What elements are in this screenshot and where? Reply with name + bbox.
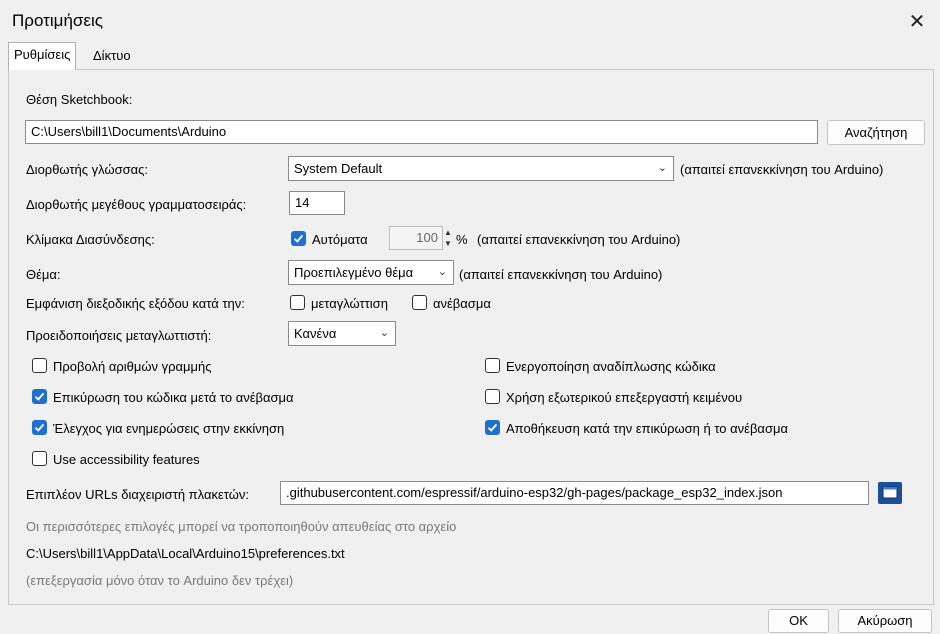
board-urls-label: Επιπλέον URLs διαχειριστή πλακετών: bbox=[26, 487, 249, 502]
window-title: Προτιμήσεις bbox=[12, 11, 103, 30]
language-select[interactable]: System Default ⌄ bbox=[288, 156, 674, 181]
close-icon[interactable]: ✕ bbox=[902, 6, 932, 36]
language-note: (απαιτεί επανεκκίνηση του Arduino) bbox=[680, 162, 884, 177]
verbose-compile-checkbox[interactable] bbox=[290, 295, 305, 310]
save-on-verify-checkbox[interactable] bbox=[485, 420, 500, 435]
language-label: Διορθωτής γλώσσας: bbox=[26, 162, 149, 177]
theme-label: Θέμα: bbox=[26, 267, 61, 282]
title-bar: Προτιμήσεις ✕ bbox=[0, 0, 940, 44]
accessibility-label: Use accessibility features bbox=[53, 452, 200, 467]
ok-button[interactable]: OK bbox=[768, 609, 829, 633]
info-text: Οι περισσότερες επιλογές μπορεί να τροπο… bbox=[26, 519, 457, 534]
tab-network[interactable]: Δίκτυο bbox=[88, 44, 136, 68]
scale-auto-checkbox[interactable] bbox=[291, 231, 306, 246]
line-numbers-label: Προβολή αριθμών γραμμής bbox=[53, 359, 212, 374]
sketchbook-path-input[interactable]: C:\Users\bill1\Documents\Arduino bbox=[25, 120, 818, 144]
preferences-path: C:\Users\bill1\AppData\Local\Arduino15\p… bbox=[26, 546, 345, 561]
verbose-compile-label: μεταγλώττιση bbox=[311, 296, 388, 311]
warnings-value: Κανένα bbox=[294, 326, 337, 341]
verify-after-upload-label: Επικύρωση του κώδικα μετά το ανέβασμα bbox=[53, 390, 294, 405]
language-value: System Default bbox=[294, 161, 383, 176]
tab-settings[interactable]: Ρυθμίσεις bbox=[8, 42, 77, 70]
scale-percent: % bbox=[456, 232, 468, 247]
theme-note: (απαιτεί επανεκκίνηση του Arduino) bbox=[459, 267, 663, 282]
save-on-verify-label: Αποθήκευση κατά την επικύρωση ή το ανέβα… bbox=[506, 421, 788, 436]
window-edit-icon[interactable] bbox=[878, 482, 902, 504]
board-urls-input[interactable]: .githubusercontent.com/espressif/arduino… bbox=[280, 481, 869, 505]
scale-note: (απαιτεί επανεκκίνηση του Arduino) bbox=[477, 232, 681, 247]
accessibility-checkbox[interactable] bbox=[32, 451, 47, 466]
verify-after-upload-checkbox[interactable] bbox=[32, 389, 47, 404]
chevron-down-icon: ⌄ bbox=[657, 162, 667, 174]
scale-auto-label: Αυτόματα bbox=[312, 232, 368, 247]
check-updates-checkbox[interactable] bbox=[32, 420, 47, 435]
external-editor-label: Χρήση εξωτερικού επεξεργαστή κειμένου bbox=[506, 390, 743, 405]
sketchbook-label: Θέση Sketchbook: bbox=[26, 92, 133, 107]
chevron-down-icon: ⌄ bbox=[437, 266, 447, 278]
theme-select[interactable]: Προεπιλεγμένο θέμα ⌄ bbox=[288, 260, 454, 285]
warnings-select[interactable]: Κανένα ⌄ bbox=[288, 321, 396, 346]
verbose-upload-label: ανέβασμα bbox=[433, 296, 491, 311]
verbose-label: Εμφάνιση διεξοδικής εξόδου κατά την: bbox=[26, 296, 245, 311]
edit-note: (επεξεργασία μόνο όταν το Arduino δεν τρ… bbox=[26, 573, 294, 588]
theme-value: Προεπιλεγμένο θέμα bbox=[294, 265, 414, 280]
settings-panel: Θέση Sketchbook: C:\Users\bill1\Document… bbox=[8, 69, 934, 605]
font-size-label: Διορθωτής μεγέθους γραμματοσειράς: bbox=[26, 197, 247, 212]
code-folding-checkbox[interactable] bbox=[485, 358, 500, 373]
scale-label: Κλίμακα Διασύνδεσης: bbox=[26, 232, 155, 247]
chevron-down-icon: ⌄ bbox=[379, 327, 389, 339]
external-editor-checkbox[interactable] bbox=[485, 389, 500, 404]
spinner-arrows-icon[interactable]: ▲ ▼ bbox=[442, 227, 454, 251]
code-folding-label: Ενεργοποίηση αναδίπλωσης κώδικα bbox=[506, 359, 716, 374]
check-updates-label: Έλεγχος για ενημερώσεις στην εκκίνηση bbox=[53, 421, 285, 436]
cancel-button[interactable]: Ακύρωση bbox=[838, 609, 932, 633]
verbose-upload-checkbox[interactable] bbox=[412, 295, 427, 310]
browse-button[interactable]: Αναζήτηση bbox=[827, 120, 925, 145]
font-size-input[interactable]: 14 bbox=[289, 191, 345, 215]
warnings-label: Προειδοποιήσεις μεταγλωττιστή: bbox=[26, 328, 212, 343]
line-numbers-checkbox[interactable] bbox=[32, 358, 47, 373]
scale-value-input[interactable]: 100 bbox=[389, 226, 443, 250]
